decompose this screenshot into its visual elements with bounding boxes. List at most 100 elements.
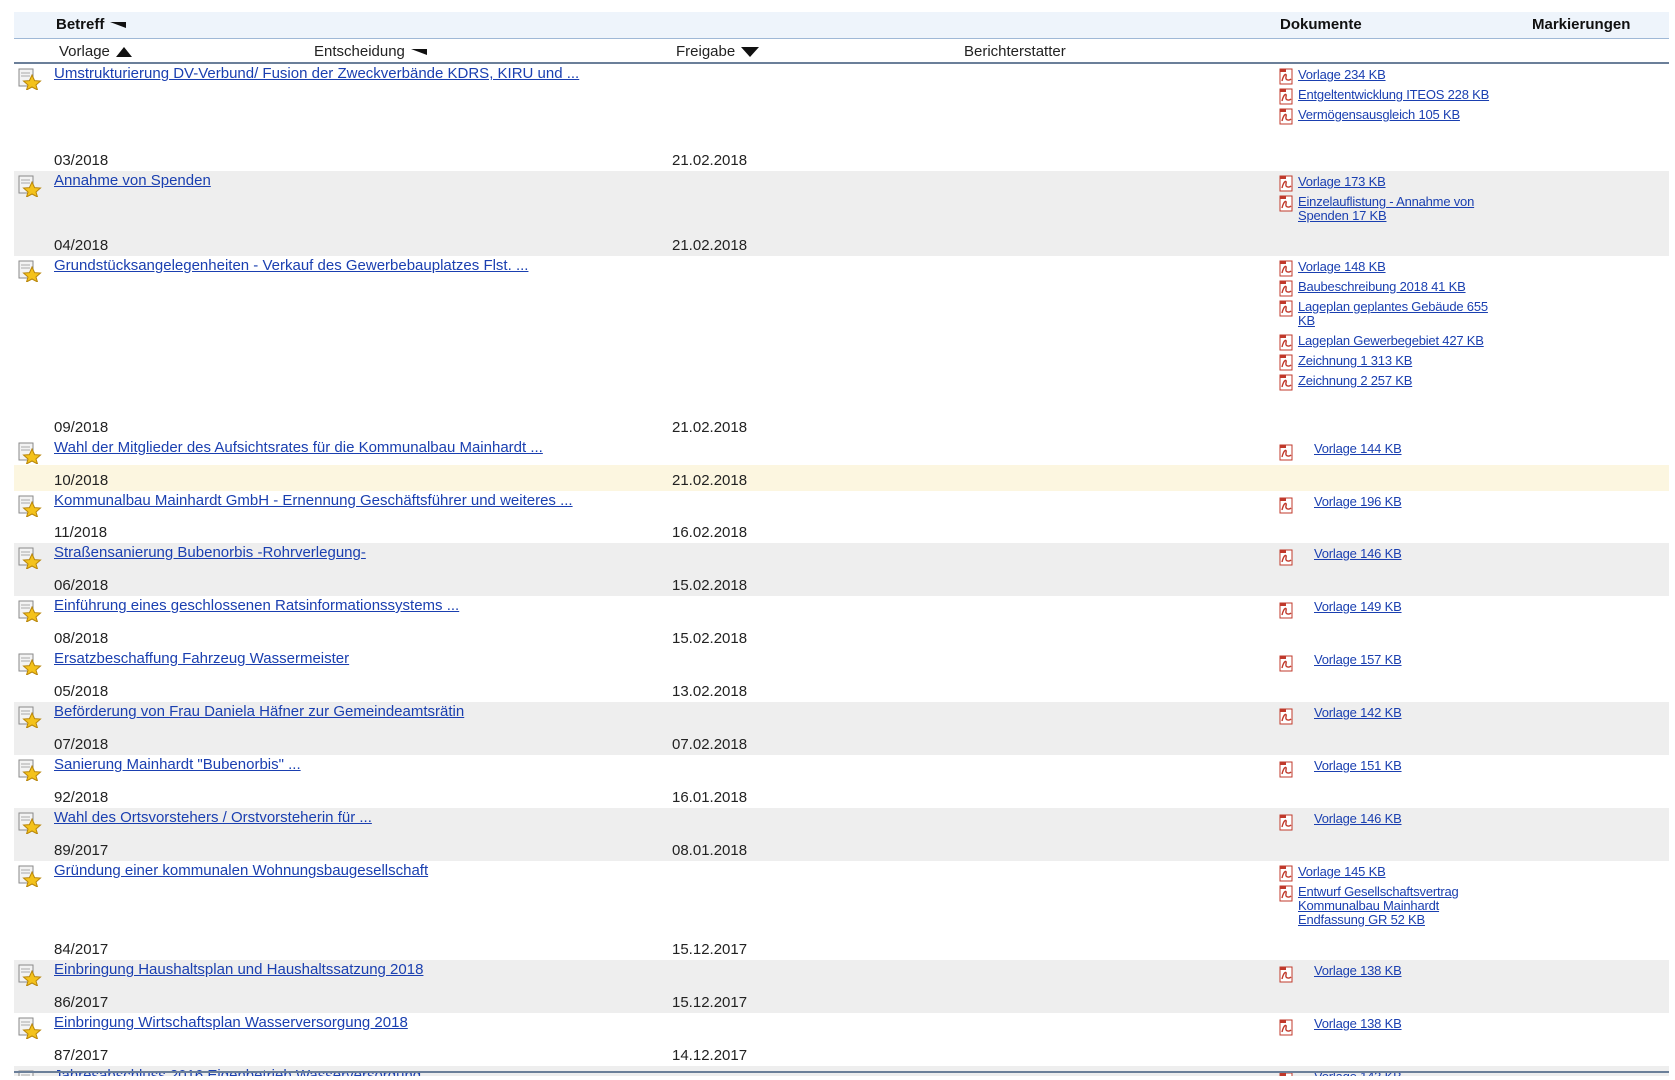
pdf-icon[interactable] [1278, 655, 1295, 672]
pdf-icon[interactable] [1278, 354, 1295, 371]
subject-link[interactable]: Einführung eines geschlossenen Ratsinfor… [54, 597, 459, 614]
document-link[interactable]: Vorlage 138 KB [1314, 1016, 1402, 1031]
table-row: Grundstücksangelegenheiten - Verkauf des… [14, 256, 1669, 438]
document-link[interactable]: Vorlage 146 KB [1314, 546, 1402, 561]
star-add-icon[interactable] [18, 1017, 42, 1041]
vorlage-number: 03/2018 [54, 152, 109, 169]
document-link[interactable]: Baubeschreibung 2018 41 KB [1298, 279, 1466, 294]
star-add-icon[interactable] [18, 547, 42, 571]
pdf-icon[interactable] [1278, 374, 1295, 391]
document-link[interactable]: Vorlage 146 KB [1314, 811, 1402, 826]
document-item: Vorlage 145 KB [1276, 864, 1496, 882]
pdf-icon[interactable] [1278, 708, 1295, 725]
freigabe-date: 07.02.2018 [672, 736, 748, 753]
subject-link[interactable]: Annahme von Spenden [54, 172, 211, 189]
document-link[interactable]: Vorlage 148 KB [1298, 259, 1386, 274]
star-add-icon[interactable] [18, 812, 42, 836]
pdf-icon[interactable] [1278, 885, 1295, 902]
sort-entscheidung[interactable]: Entscheidung [314, 43, 427, 60]
pdf-icon[interactable] [1278, 195, 1295, 212]
document-link[interactable]: Vorlage 149 KB [1314, 599, 1402, 614]
table-row: Sanierung Mainhardt "Bubenorbis" ... 92/2… [14, 755, 1669, 808]
table-row: Einführung eines geschlossenen Ratsinfor… [14, 596, 1669, 649]
sort-freigabe[interactable]: Freigabe [676, 43, 760, 60]
sort-vorlage[interactable]: Vorlage [59, 43, 132, 60]
subject-link[interactable]: Kommunalbau Mainhardt GmbH - Ernennung G… [54, 492, 573, 509]
subject-link[interactable]: Sanierung Mainhardt "Bubenorbis" ... [54, 756, 301, 773]
subject-link[interactable]: Ersatzbeschaffung Fahrzeug Wassermeister [54, 650, 349, 667]
sort-betreff[interactable]: Betreff [56, 16, 127, 33]
pdf-icon[interactable] [1278, 175, 1295, 192]
star-add-icon[interactable] [18, 759, 42, 783]
subject-link[interactable]: Grundstücksangelegenheiten - Verkauf des… [54, 257, 528, 274]
document-link[interactable]: Zeichnung 1 313 KB [1298, 353, 1412, 368]
document-list: Vorlage 148 KB Baubeschreibung 2018 41 KB… [1276, 260, 1496, 394]
pdf-icon[interactable] [1278, 865, 1295, 882]
pdf-icon[interactable] [1278, 444, 1295, 461]
vorlage-number: 10/2018 [54, 472, 109, 489]
pdf-icon[interactable] [1278, 334, 1295, 351]
document-link[interactable]: Lageplan Gewerbegebiet 427 KB [1298, 333, 1484, 348]
table-row: Annahme von Spenden 04/2018 21.02.2018 Vorl… [14, 171, 1669, 256]
document-link[interactable]: Entwurf Gesellschaftsvertrag Kommunalbau… [1298, 884, 1459, 927]
document-link[interactable]: Vorlage 144 KB [1314, 441, 1402, 456]
pdf-icon[interactable] [1278, 68, 1295, 85]
sort-neutral-icon [110, 22, 127, 29]
pdf-icon[interactable] [1278, 761, 1295, 778]
table-row: Einbringung Wirtschaftsplan Wasserversor… [14, 1013, 1669, 1066]
table-row: Kommunalbau Mainhardt GmbH - Ernennung G… [14, 491, 1669, 543]
pdf-icon[interactable] [1278, 300, 1295, 317]
document-link[interactable]: Vorlage 234 KB [1298, 67, 1386, 82]
star-add-icon[interactable] [18, 865, 42, 889]
pdf-icon[interactable] [1278, 966, 1295, 983]
pdf-icon[interactable] [1278, 497, 1295, 514]
vorlage-number: 09/2018 [54, 419, 109, 436]
pdf-icon[interactable] [1278, 88, 1295, 105]
document-link[interactable]: Vermögensausgleich 105 KB [1298, 107, 1460, 122]
document-link[interactable]: Lageplan geplantes Gebäude 655 KB [1298, 299, 1488, 328]
document-list: Vorlage 157 KB [1276, 653, 1496, 673]
star-add-icon[interactable] [18, 706, 42, 730]
subject-link[interactable]: Gründung einer kommunalen Wohnungsbauges… [54, 862, 428, 879]
freigabe-date: 16.02.2018 [672, 524, 748, 541]
subject-link[interactable]: Einbringung Haushaltsplan und Haushaltss… [54, 961, 423, 978]
pdf-icon[interactable] [1278, 549, 1295, 566]
document-link[interactable]: Zeichnung 2 257 KB [1298, 373, 1412, 388]
star-add-icon[interactable] [18, 68, 42, 92]
document-link[interactable]: Vorlage 138 KB [1314, 963, 1402, 978]
document-link[interactable]: Vorlage 142 KB [1314, 705, 1402, 720]
pdf-icon[interactable] [1278, 108, 1295, 125]
document-link[interactable]: Vorlage 157 KB [1314, 652, 1402, 667]
star-add-icon[interactable] [18, 600, 42, 624]
pdf-icon[interactable] [1278, 280, 1295, 297]
subject-link[interactable]: Straßensanierung Bubenorbis -Rohrverlegu… [54, 544, 366, 561]
subject-link[interactable]: Umstrukturierung DV-Verbund/ Fusion der … [54, 65, 579, 82]
star-add-icon[interactable] [18, 442, 42, 466]
document-link[interactable]: Vorlage 145 KB [1298, 864, 1386, 879]
document-link[interactable]: Einzelauflistung - Annahme von Spenden 1… [1298, 194, 1474, 223]
document-link[interactable]: Vorlage 173 KB [1298, 174, 1386, 189]
subject-link[interactable]: Beförderung von Frau Daniela Häfner zur … [54, 703, 464, 720]
subject-link[interactable]: Einbringung Wirtschaftsplan Wasserversor… [54, 1014, 408, 1031]
pdf-icon[interactable] [1278, 814, 1295, 831]
results-table: Umstrukturierung DV-Verbund/ Fusion der … [14, 64, 1669, 1076]
table-header: Betreff Dokumente Markierungen Vorlage E… [14, 12, 1669, 64]
document-list: Vorlage 138 KB [1276, 1017, 1496, 1037]
document-list: Vorlage 146 KB [1276, 547, 1496, 567]
pdf-icon[interactable] [1278, 602, 1295, 619]
subject-link[interactable]: Wahl des Ortsvorstehers / Orstvorsteheri… [54, 809, 372, 826]
document-item: Vorlage 234 KB [1276, 67, 1496, 85]
document-item: Entgeltentwicklung ITEOS 228 KB [1276, 87, 1496, 105]
subject-link[interactable]: Wahl der Mitglieder des Aufsichtsrates f… [54, 439, 543, 456]
pdf-icon[interactable] [1278, 260, 1295, 277]
star-add-icon[interactable] [18, 964, 42, 988]
document-link[interactable]: Vorlage 151 KB [1314, 758, 1402, 773]
star-add-icon[interactable] [18, 495, 42, 519]
star-add-icon[interactable] [18, 260, 42, 284]
star-add-icon[interactable] [18, 175, 42, 199]
document-link[interactable]: Vorlage 196 KB [1314, 494, 1402, 509]
document-link[interactable]: Entgeltentwicklung ITEOS 228 KB [1298, 87, 1489, 102]
pdf-icon[interactable] [1278, 1019, 1295, 1036]
star-add-icon[interactable] [18, 653, 42, 677]
document-list: Vorlage 173 KB Einzelauflistung - Annahme… [1276, 175, 1496, 229]
